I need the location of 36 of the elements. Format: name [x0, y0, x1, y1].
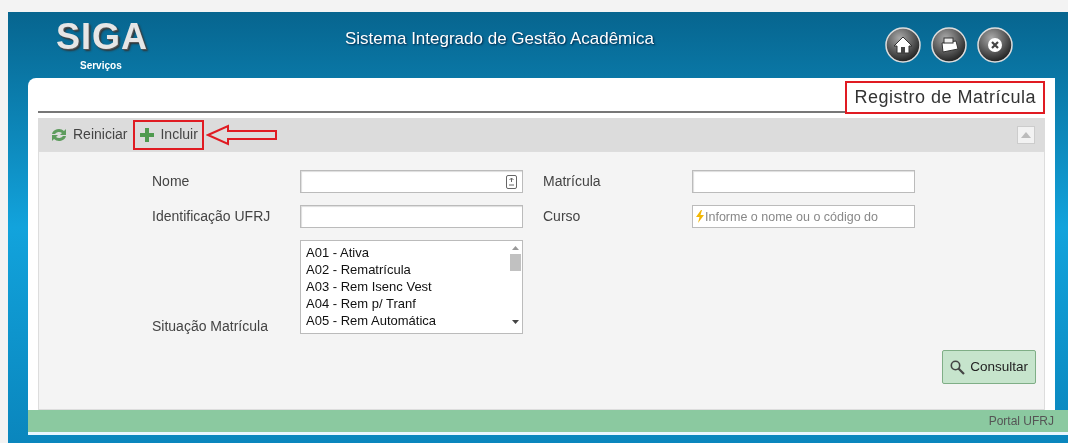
field-label: Identificação UFRJ	[152, 207, 271, 226]
status-listbox[interactable]: A01 - Ativa A02 - Rematrícula A03 - Rem Isenc Vest A04 - Rem p/ Tranf A05 - Rem Automática	[300, 240, 523, 334]
consult-button[interactable]: Consultar	[942, 350, 1036, 384]
portal-link[interactable]: Portal UFRJ	[988, 412, 1054, 430]
page-title: Registro de Matrícula	[845, 81, 1045, 114]
plus-icon	[139, 126, 156, 143]
search-icon	[950, 359, 966, 375]
list-option[interactable]: A02 - Rematrícula	[305, 261, 412, 278]
scroll-up-icon[interactable]	[511, 246, 519, 250]
scroll-down-icon[interactable]	[511, 320, 519, 324]
home-icon[interactable]	[885, 27, 921, 63]
toolbar-button[interactable]: Reiniciar	[44, 119, 134, 150]
system-title: Sistema Integrado de Gestão Acadêmica	[345, 28, 655, 50]
refresh-icon	[50, 126, 68, 143]
list-option[interactable]: A05 - Rem Automática	[305, 312, 438, 329]
toolbar-button[interactable]: Incluir	[133, 119, 204, 150]
scrollbar-thumb[interactable]	[509, 254, 521, 271]
list-option[interactable]: A04 - Rem p/ Tranf	[305, 295, 417, 312]
text-field[interactable]	[692, 170, 915, 193]
field-label: Nome	[152, 172, 190, 191]
list-option[interactable]: A01 - Ativa	[305, 244, 370, 261]
printer-icon[interactable]	[931, 27, 967, 63]
field-label: Curso	[543, 207, 581, 226]
list-option[interactable]: A03 - Rem Isenc Vest	[305, 278, 433, 295]
close-icon[interactable]	[977, 27, 1013, 63]
logo-subtitle: Serviços	[80, 59, 122, 73]
list-icon[interactable]	[506, 174, 517, 189]
collapse-button[interactable]	[1017, 125, 1035, 144]
text-field[interactable]	[300, 170, 523, 193]
siga-logo: SIGA	[56, 18, 148, 56]
text-field[interactable]	[300, 205, 523, 228]
caret-up-icon	[1021, 131, 1031, 138]
course-search-field[interactable]: Informe o nome ou o código do	[692, 205, 915, 228]
field-label: Matrícula	[543, 172, 601, 191]
field-label: Situação Matrícula	[152, 317, 268, 336]
lightning-icon	[696, 210, 704, 223]
